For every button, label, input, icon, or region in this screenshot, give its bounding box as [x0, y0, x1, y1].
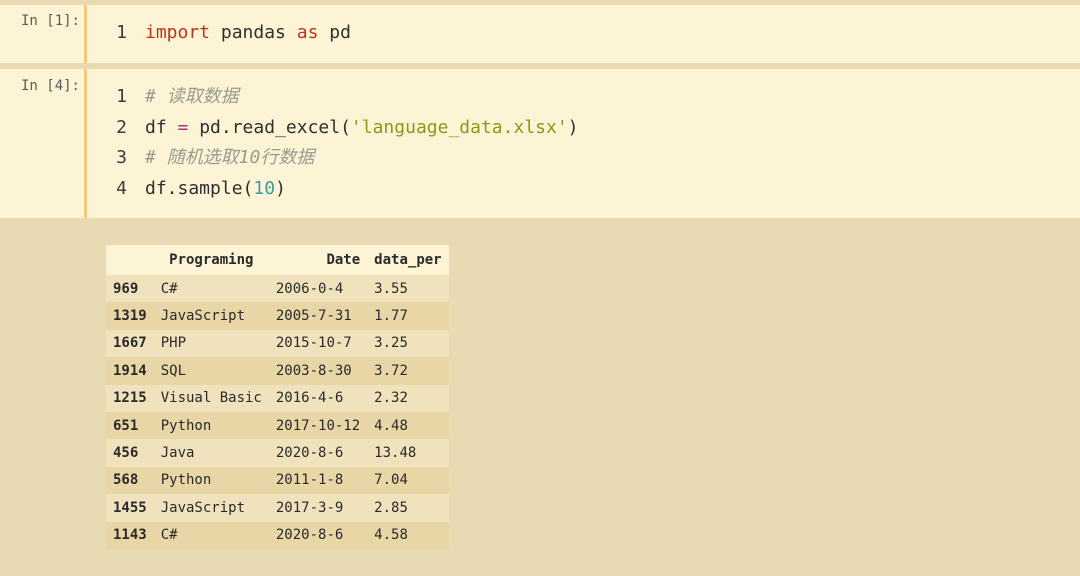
- dataframe-table: Programing Date data_per 969 C# 2006-0-4 3.…: [106, 245, 449, 549]
- cell-data-per: 3.72: [367, 357, 449, 385]
- table-row: 1455 JavaScript 2017-3-9 2.85: [106, 494, 449, 522]
- input-prompt: In [4]:: [20, 78, 80, 94]
- code-token: 'language_data.xlsx': [350, 116, 568, 138]
- cell-date: 2006-0-4: [268, 275, 368, 303]
- table-row: 456 Java 2020-8-6 13.48: [106, 439, 449, 467]
- code-token: # 读取数据: [145, 86, 239, 107]
- table-row: 1143 C# 2020-8-6 4.58: [106, 521, 449, 549]
- row-index: 1914: [106, 357, 154, 385]
- cell-programing: JavaScript: [153, 302, 269, 330]
- row-index: 1667: [106, 329, 154, 358]
- column-header-date: Date: [268, 245, 368, 275]
- cell-programing: C#: [153, 275, 269, 303]
- cell-programing: PHP: [153, 329, 269, 358]
- cell-data-per: 3.25: [367, 329, 449, 358]
- cell-data-per: 4.48: [367, 411, 449, 440]
- cell-programing: C#: [153, 521, 269, 549]
- line-number: 1: [116, 86, 127, 107]
- notebook-page: In [1]: 1 import pandas as pd In [4]: 1 # …: [0, 0, 1080, 576]
- code-editor[interactable]: 1 import pandas as pd: [87, 5, 1080, 63]
- cell-date: 2020-8-6: [268, 521, 368, 549]
- line-number: 2: [116, 116, 127, 138]
- table-body: 969 C# 2006-0-4 3.55 1319 JavaScript 2005-7-31…: [106, 275, 449, 549]
- code-token: # 随机选取10行数据: [145, 147, 315, 169]
- code-cell-1[interactable]: In [1]: 1 import pandas as pd: [0, 5, 1080, 63]
- cell-date: 2003-8-30: [268, 357, 368, 385]
- table-row: 1667 PHP 2015-10-7 3.25: [106, 329, 449, 358]
- cell-data-per: 2.85: [367, 494, 449, 522]
- code-line: 1 # 读取数据: [87, 83, 239, 111]
- row-index: 651: [106, 411, 154, 440]
- cell-programing: SQL: [153, 357, 269, 385]
- row-index: 969: [106, 275, 154, 303]
- row-index: 1215: [106, 384, 154, 412]
- code-cell-2[interactable]: In [4]: 1 # 读取数据 2 df = pd.read_excel('lang…: [0, 69, 1080, 218]
- table-row: 568 Python 2011-1-8 7.04: [106, 466, 449, 495]
- cell-date: 2015-10-7: [268, 329, 368, 358]
- row-index: 1143: [106, 521, 154, 549]
- cell-programing: Java: [153, 439, 269, 467]
- code-token: import: [145, 22, 211, 43]
- cell-programing: Visual Basic: [153, 384, 269, 412]
- table-row: 969 C# 2006-0-4 3.55: [106, 275, 449, 303]
- row-index: 456: [106, 439, 154, 467]
- code-token: pd: [318, 22, 351, 43]
- column-header-data-per: data_per: [367, 245, 449, 275]
- code-line: 3 # 随机选取10行数据: [87, 144, 314, 172]
- cell-programing: Python: [153, 411, 269, 440]
- cell-programing: Python: [153, 466, 269, 495]
- cell-data-per: 13.48: [367, 439, 449, 467]
- code-token: 10: [253, 178, 276, 200]
- column-header-programing: Programing: [153, 245, 269, 275]
- table-header-row: Programing Date data_per: [106, 245, 449, 275]
- code-token: as: [296, 22, 319, 43]
- cell-data-per: 7.04: [367, 466, 449, 495]
- code-token: pd.read_excel(: [188, 116, 351, 138]
- cell-date: 2005-7-31: [268, 302, 368, 330]
- line-number: 1: [116, 22, 127, 43]
- code-line: 1 import pandas as pd: [87, 19, 351, 47]
- table-row: 1914 SQL 2003-8-30 3.72: [106, 357, 449, 385]
- cell-data-per: 1.77: [367, 302, 449, 330]
- cell-data-per: 4.58: [367, 521, 449, 549]
- row-index: 568: [106, 466, 154, 495]
- cell-date: 2017-3-9: [268, 494, 368, 522]
- code-line: 2 df = pd.read_excel('language_data.xlsx'…: [87, 114, 579, 142]
- row-index: 1319: [106, 302, 154, 330]
- cell-data-per: 3.55: [367, 275, 449, 303]
- cell-programing: JavaScript: [153, 494, 269, 522]
- table-row: 651 Python 2017-10-12 4.48: [106, 411, 449, 440]
- row-index: 1455: [106, 494, 154, 522]
- input-prompt: In [1]:: [20, 13, 80, 29]
- code-token: =: [177, 116, 189, 138]
- code-token: ): [567, 116, 579, 138]
- code-token: df: [145, 116, 178, 138]
- cell-data-per: 2.32: [367, 384, 449, 412]
- cell-date: 2017-10-12: [268, 411, 368, 440]
- cell-date: 2020-8-6: [268, 439, 368, 467]
- cell-output: Programing Date data_per 969 C# 2006-0-4 3.…: [106, 245, 449, 549]
- table-row: 1319 JavaScript 2005-7-31 1.77: [106, 302, 449, 330]
- code-line: 4 df.sample(10): [87, 175, 286, 203]
- line-number: 3: [116, 147, 127, 169]
- index-header: [106, 245, 154, 275]
- code-token: ): [275, 178, 286, 200]
- table-row: 1215 Visual Basic 2016-4-6 2.32: [106, 384, 449, 412]
- code-token: pandas: [210, 22, 297, 43]
- cell-date: 2011-1-8: [268, 466, 368, 495]
- cell-date: 2016-4-6: [268, 384, 368, 412]
- code-editor[interactable]: 1 # 读取数据 2 df = pd.read_excel('language_dat…: [87, 69, 1080, 218]
- code-token: df.sample(: [145, 178, 254, 200]
- line-number: 4: [116, 178, 127, 200]
